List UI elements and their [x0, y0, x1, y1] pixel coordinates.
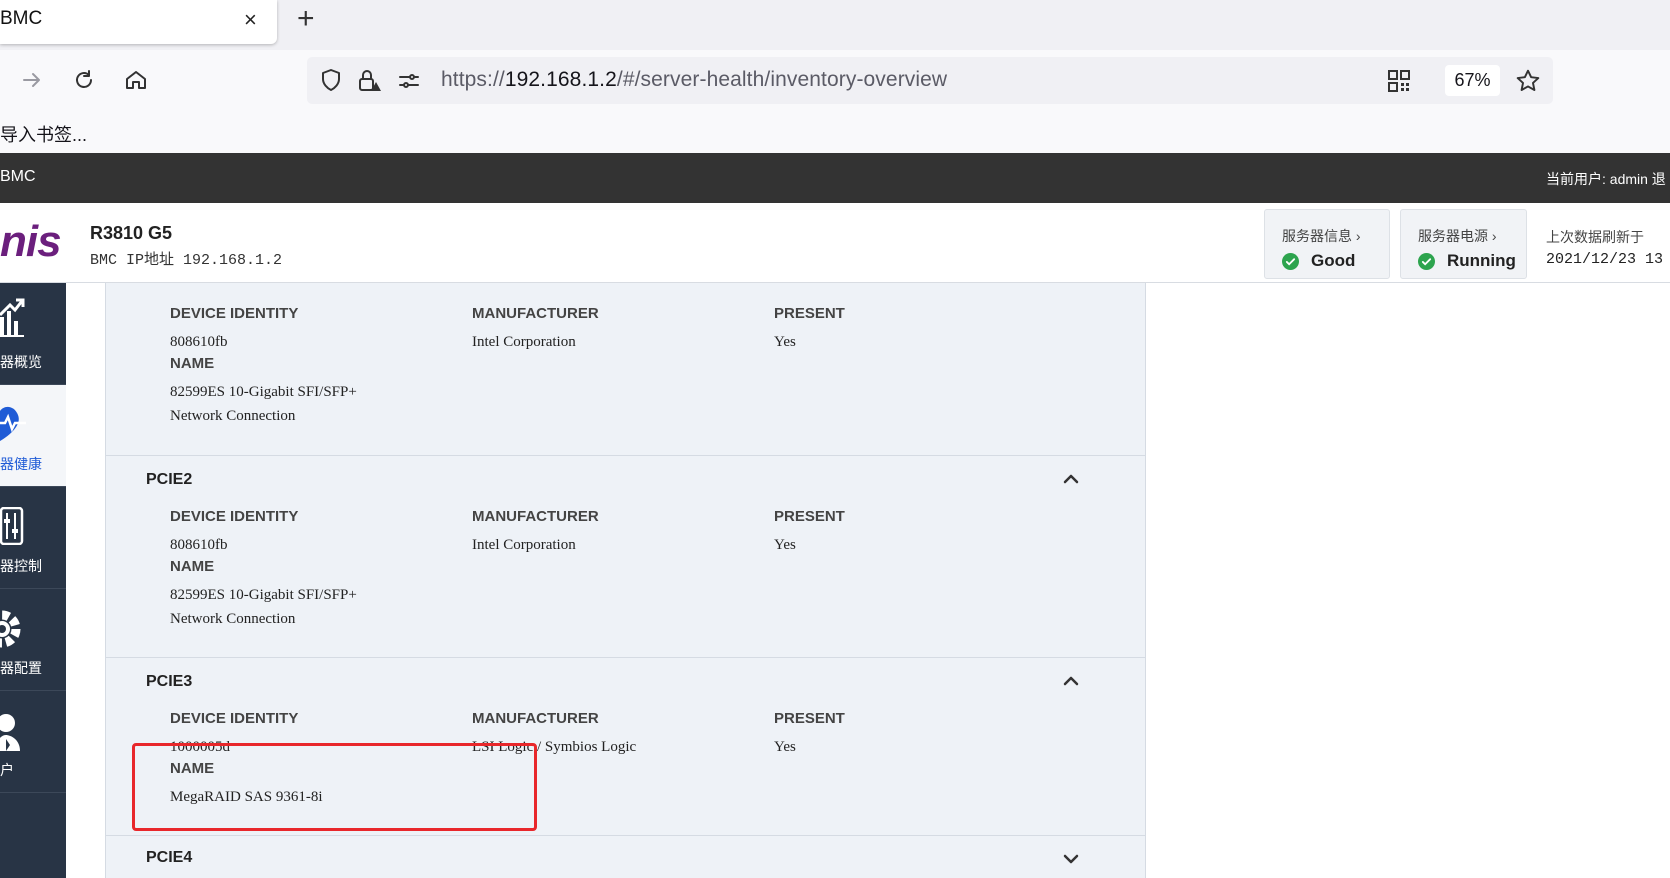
device-identity-header: DEVICE IDENTITY	[170, 710, 299, 727]
shield-icon[interactable]	[319, 68, 343, 92]
url-text[interactable]: https://192.168.1.2/#/server-health/inve…	[441, 68, 947, 92]
server-power-label: 服务器电源 ›	[1418, 228, 1497, 244]
chart-icon	[0, 298, 25, 337]
url-bar[interactable]: https://192.168.1.2/#/server-health/inve…	[307, 57, 1553, 104]
sidebar-label: 器配置	[0, 660, 42, 676]
sidebar: 器概览 器健康 器控制 器配置 户	[0, 283, 66, 878]
manufacturer-header: MANUFACTURER	[472, 305, 599, 322]
user-icon	[0, 714, 20, 751]
manufacturer-value: Intel Corporation	[472, 334, 576, 350]
pcie2-title[interactable]: PCIE2	[146, 471, 192, 489]
import-bookmarks-link[interactable]: 导入书签...	[0, 121, 87, 147]
arrow-right-icon	[23, 73, 40, 87]
reload-icon	[76, 70, 92, 88]
server-power-value: Running	[1447, 251, 1516, 270]
server-summary-bar: nis R3810 G5 BMC IP地址 192.168.1.2 服务器信息 …	[0, 203, 1670, 283]
sidebar-label: 器控制	[0, 558, 42, 574]
sidebar-label: 户	[0, 762, 14, 778]
name-value-line1: 82599ES 10-Gigabit SFI/SFP+	[170, 587, 357, 603]
home-button[interactable]	[118, 62, 154, 98]
device-identity-value: 808610fb	[170, 537, 228, 553]
manufacturer-value: Intel Corporation	[472, 537, 576, 553]
present-header: PRESENT	[774, 710, 845, 727]
present-value: Yes	[774, 537, 796, 553]
control-panel-icon	[0, 507, 24, 545]
server-info-value: Good	[1311, 251, 1356, 270]
name-value-line2: Network Connection	[170, 408, 296, 424]
home-icon	[126, 71, 146, 89]
present-value: Yes	[774, 739, 796, 755]
bookmark-bar: 导入书签...	[0, 112, 1670, 153]
chevron-up-icon[interactable]	[1062, 472, 1080, 486]
url-host: 192.168.1.2	[504, 68, 617, 91]
permissions-icon[interactable]	[397, 69, 421, 93]
pcie1-section: DEVICE IDENTITY MANUFACTURER PRESENT 808…	[106, 283, 1145, 456]
device-identity-value: 808610fb	[170, 334, 228, 350]
sidebar-item-config[interactable]: 器配置	[0, 589, 66, 691]
sidebar-item-health[interactable]: 器健康	[0, 385, 66, 487]
refresh-label: 上次数据刷新于	[1546, 229, 1644, 245]
device-identity-header: DEVICE IDENTITY	[170, 508, 299, 525]
reload-button[interactable]	[66, 62, 102, 98]
tab-title: BMC	[0, 8, 43, 29]
qr-code-icon[interactable]	[1387, 69, 1411, 93]
server-model: R3810 G5	[90, 223, 173, 243]
sidebar-item-overview[interactable]: 器概览	[0, 283, 66, 385]
refresh-time: 2021/12/23 13	[1546, 251, 1664, 268]
browser-tab[interactable]: BMC ×	[0, 0, 277, 44]
chevron-up-icon[interactable]	[1062, 674, 1080, 688]
chevron-down-icon[interactable]	[1062, 852, 1080, 866]
url-prefix: https://	[441, 68, 505, 91]
name-header: NAME	[170, 558, 215, 575]
sidebar-item-control[interactable]: 器控制	[0, 487, 66, 589]
current-user[interactable]: 当前用户: admin 退	[1546, 169, 1666, 189]
server-info-card[interactable]: 服务器信息 › Good	[1264, 209, 1390, 279]
new-tab-button[interactable]: +	[297, 2, 315, 36]
manufacturer-header: MANUFACTURER	[472, 710, 599, 727]
name-header: NAME	[170, 355, 215, 372]
present-header: PRESENT	[774, 508, 845, 525]
server-info-status: Good	[1282, 251, 1355, 271]
highlight-annotation-box	[132, 743, 537, 831]
pcie4-section: PCIE4	[106, 836, 1145, 878]
check-circle-icon	[1418, 252, 1435, 270]
chevron-right-icon: ›	[1355, 228, 1361, 244]
app-header: BMC 当前用户: admin 退	[0, 153, 1670, 203]
sidebar-label: 器健康	[0, 456, 42, 472]
present-value: Yes	[774, 334, 796, 350]
heart-pulse-icon	[0, 406, 26, 441]
app-title: BMC	[0, 168, 36, 185]
brand-logo: nis	[0, 217, 62, 266]
pcie2-section: PCIE2 DEVICE IDENTITY MANUFACTURER PRESE…	[106, 456, 1145, 658]
forward-button[interactable]	[14, 62, 50, 98]
lock-warning-icon[interactable]	[357, 68, 383, 94]
browser-nav-bar: https://192.168.1.2/#/server-health/inve…	[0, 50, 1670, 112]
pcie3-title[interactable]: PCIE3	[146, 673, 192, 691]
server-power-card[interactable]: 服务器电源 › Running	[1400, 209, 1527, 279]
server-info-label: 服务器信息 ›	[1282, 228, 1361, 244]
name-value-line1: 82599ES 10-Gigabit SFI/SFP+	[170, 384, 357, 400]
sidebar-item-users[interactable]: 户	[0, 691, 66, 793]
manufacturer-header: MANUFACTURER	[472, 508, 599, 525]
bmc-ip-address: BMC IP地址 192.168.1.2	[90, 252, 283, 269]
sidebar-label: 器概览	[0, 354, 42, 370]
zoom-level[interactable]: 67%	[1445, 65, 1500, 96]
bookmark-star-icon[interactable]	[1515, 68, 1541, 94]
device-identity-header: DEVICE IDENTITY	[170, 305, 299, 322]
gear-icon	[0, 610, 21, 648]
check-circle-icon	[1282, 252, 1299, 270]
chevron-right-icon: ›	[1491, 228, 1497, 244]
present-header: PRESENT	[774, 305, 845, 322]
browser-tab-bar: BMC × +	[0, 0, 1670, 50]
name-value-line2: Network Connection	[170, 611, 296, 627]
url-path: /#/server-health/inventory-overview	[616, 68, 948, 91]
server-power-status: Running	[1418, 251, 1516, 271]
pcie4-title[interactable]: PCIE4	[146, 849, 192, 867]
close-tab-icon[interactable]: ×	[244, 7, 257, 33]
